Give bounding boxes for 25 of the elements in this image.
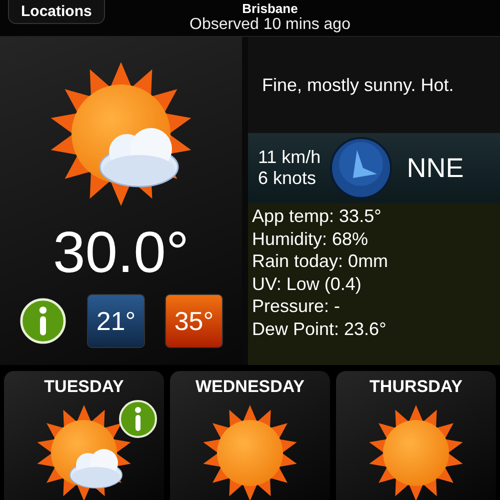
- max-temperature: 35°: [165, 294, 223, 348]
- locations-button[interactable]: Locations: [8, 0, 105, 24]
- weather-detail: UV: Low (0.4): [252, 272, 362, 295]
- weather-detail: Rain today: 0mm: [252, 250, 390, 272]
- info-icon[interactable]: [19, 297, 67, 345]
- day-name: TUESDAY: [44, 377, 124, 397]
- day-name: WEDNESDAY: [196, 377, 304, 397]
- wind-direction: NNE: [406, 152, 464, 184]
- wind-speed: 11 km/h: [258, 147, 321, 168]
- info-icon[interactable]: [118, 399, 158, 439]
- compass-icon: [328, 136, 393, 200]
- wind-speed: 6 knots: [258, 168, 318, 189]
- min-temperature: 21°: [87, 294, 145, 348]
- current-temperature: 30.0°: [52, 219, 190, 286]
- weather-detail: Dew Point: 23.6°: [252, 318, 388, 340]
- city-title: Brisbane: [242, 2, 298, 16]
- weather-detail: Pressure: -: [252, 295, 342, 318]
- forecast-card[interactable]: WEDNESDAY: [170, 371, 330, 500]
- observed-time: Observed 10 mins ago: [190, 16, 350, 34]
- weather-detail: App temp: 33.5°: [252, 205, 382, 228]
- forecast-card[interactable]: TUESDAY: [4, 371, 164, 500]
- weather-description: Fine, mostly sunny. Hot.: [262, 74, 454, 96]
- day-name: THURSDAY: [370, 377, 462, 397]
- forecast-card[interactable]: THURSDAY: [336, 371, 496, 500]
- weather-detail: Humidity: 68%: [252, 228, 370, 250]
